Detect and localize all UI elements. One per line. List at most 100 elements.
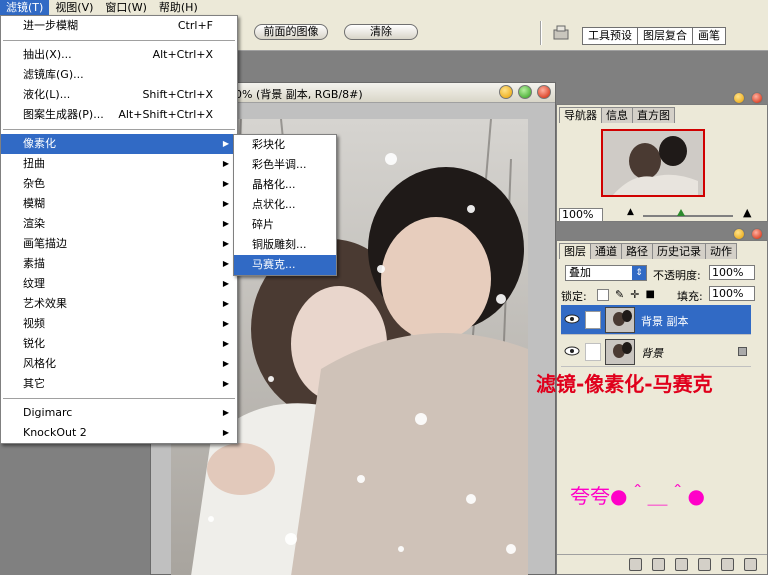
layer-thumbnail (605, 307, 635, 333)
tab-histogram[interactable]: 直方图 (632, 107, 675, 123)
lock-paint-icon[interactable]: ✎ (615, 288, 624, 301)
submenu-arrow-icon: ▶ (222, 179, 229, 188)
zoom-slider-handle[interactable] (677, 209, 685, 216)
zoom-out-icon[interactable]: ▲ (627, 207, 634, 217)
navigator-preview-image (603, 131, 703, 195)
tab-history[interactable]: 历史记录 (652, 243, 706, 259)
filter-menu: 进一步模糊 Ctrl+F 抽出(X)... Alt+Ctrl+X 滤镜库(G).… (0, 15, 238, 444)
layer-name: 背景 副本 (641, 315, 689, 328)
submenu-arrow-icon: ▶ (222, 279, 229, 288)
tab-layers[interactable]: 图层 (559, 243, 591, 259)
close-button[interactable] (537, 85, 551, 99)
menu-item-label: 艺术效果 (23, 297, 67, 310)
menu-item-label: 锐化 (23, 337, 45, 350)
menu-item-pointillize[interactable]: 点状化... (234, 195, 336, 215)
opacity-label: 不透明度: (653, 269, 701, 282)
well-tab-brushes[interactable]: 画笔 (693, 28, 725, 44)
submenu-arrow-icon: ▶ (222, 259, 229, 268)
front-image-button[interactable]: 前面的图像 (254, 24, 328, 40)
tab-info[interactable]: 信息 (601, 107, 633, 123)
menu-item-distort[interactable]: 扭曲 ▶ (1, 154, 237, 174)
layers-close-button[interactable] (751, 228, 763, 240)
menu-item-sketch[interactable]: 素描 ▶ (1, 254, 237, 274)
mask-icon[interactable] (652, 558, 665, 571)
menu-item-texture[interactable]: 纹理 ▶ (1, 274, 237, 294)
new-group-icon[interactable] (675, 558, 688, 571)
navigator-minimize-button[interactable] (733, 92, 745, 104)
lock-all-icon[interactable]: ■ (645, 289, 654, 300)
menu-help[interactable]: 帮助(H) (153, 0, 204, 15)
menu-window[interactable]: 窗口(W) (99, 0, 152, 15)
menu-item-label: 滤镜库(G)... (23, 68, 84, 81)
lock-move-icon[interactable]: ✛ (630, 288, 639, 301)
menu-item-crystallize[interactable]: 晶格化... (234, 175, 336, 195)
blend-mode-select[interactable]: 叠加 ⇕ (565, 265, 647, 281)
tab-navigator[interactable]: 导航器 (559, 107, 602, 123)
zoom-slider[interactable] (643, 215, 733, 217)
tab-paths[interactable]: 路径 (621, 243, 653, 259)
menu-separator (3, 398, 235, 399)
trash-icon[interactable] (744, 558, 757, 571)
menu-item-extract[interactable]: 抽出(X)... Alt+Ctrl+X (1, 45, 237, 65)
layer-row-background-copy[interactable]: 背景 副本 (561, 305, 751, 335)
layers-minimize-button[interactable] (733, 228, 745, 240)
menu-item-label: 纹理 (23, 277, 45, 290)
menu-item-pixelate[interactable]: 像素化 ▶ (1, 134, 237, 154)
layer-row-background[interactable]: 背景 (561, 337, 751, 367)
link-box[interactable] (585, 343, 601, 361)
menu-item-last-filter[interactable]: 进一步模糊 Ctrl+F (1, 16, 237, 36)
menu-view[interactable]: 视图(V) (49, 0, 99, 15)
submenu-arrow-icon: ▶ (222, 139, 229, 148)
menu-item-noise[interactable]: 杂色 ▶ (1, 174, 237, 194)
menu-item-mosaic[interactable]: 马赛克... (234, 255, 336, 275)
well-tab-tool-presets[interactable]: 工具预设 (583, 28, 638, 44)
layer-style-icon[interactable] (629, 558, 642, 571)
tab-channels[interactable]: 通道 (590, 243, 622, 259)
submenu-arrow-icon: ▶ (222, 299, 229, 308)
well-tab-layer-comps[interactable]: 图层复合 (638, 28, 693, 44)
eye-icon[interactable] (563, 312, 581, 326)
lock-transparent-checkbox[interactable] (597, 288, 609, 301)
menu-item-knockout[interactable]: KnockOut 2 ▶ (1, 423, 237, 443)
menu-item-pattern-maker[interactable]: 图案生成器(P)... Alt+Shift+Ctrl+X (1, 105, 237, 125)
zoom-in-icon[interactable]: ▲ (743, 206, 751, 219)
menu-item-render[interactable]: 渲染 ▶ (1, 214, 237, 234)
menu-item-liquify[interactable]: 液化(L)... Shift+Ctrl+X (1, 85, 237, 105)
menu-item-fragment[interactable]: 碎片 (234, 215, 336, 235)
menu-item-label: 扭曲 (23, 157, 45, 170)
navigator-close-button[interactable] (751, 92, 763, 104)
file-browser-icon[interactable] (552, 23, 570, 41)
fill-field[interactable]: 100% (709, 286, 755, 301)
maximize-button[interactable] (518, 85, 532, 99)
menu-item-artistic[interactable]: 艺术效果 ▶ (1, 294, 237, 314)
menu-item-color-halftone[interactable]: 彩色半调... (234, 155, 336, 175)
new-layer-icon[interactable] (721, 558, 734, 571)
navigator-thumbnail[interactable] (601, 129, 705, 197)
menu-item-sharpen[interactable]: 锐化 ▶ (1, 334, 237, 354)
navigator-zoom-field[interactable]: 100% (559, 208, 603, 222)
clear-button[interactable]: 清除 (344, 24, 418, 40)
menu-item-other[interactable]: 其它 ▶ (1, 374, 237, 394)
menu-item-filter-gallery[interactable]: 滤镜库(G)... (1, 65, 237, 85)
menu-item-mezzotint[interactable]: 铜版雕刻... (234, 235, 336, 255)
menu-item-label: 渲染 (23, 217, 45, 230)
adjustment-layer-icon[interactable] (698, 558, 711, 571)
minimize-button[interactable] (499, 85, 513, 99)
eye-icon[interactable] (563, 344, 581, 358)
toolbar-separator (540, 21, 542, 45)
submenu-arrow-icon: ▶ (222, 408, 229, 417)
submenu-arrow-icon: ▶ (222, 159, 229, 168)
opacity-field[interactable]: 100% (709, 265, 755, 280)
menu-item-digimarc[interactable]: Digimarc ▶ (1, 403, 237, 423)
menu-item-video[interactable]: 视频 ▶ (1, 314, 237, 334)
menu-filter[interactable]: 滤镜(T) (0, 0, 50, 15)
menu-item-stylize[interactable]: 风格化 ▶ (1, 354, 237, 374)
menu-item-label: 杂色 (23, 177, 45, 190)
menu-item-label: KnockOut 2 (23, 426, 87, 439)
menu-item-brush-strokes[interactable]: 画笔描边 ▶ (1, 234, 237, 254)
menu-item-facet[interactable]: 彩块化 (234, 135, 336, 155)
navigator-panel: 导航器 信息 直方图 100% ▲ ▲ (556, 92, 768, 222)
lock-icon (738, 347, 747, 356)
menu-item-blur[interactable]: 模糊 ▶ (1, 194, 237, 214)
tab-actions[interactable]: 动作 (705, 243, 737, 259)
